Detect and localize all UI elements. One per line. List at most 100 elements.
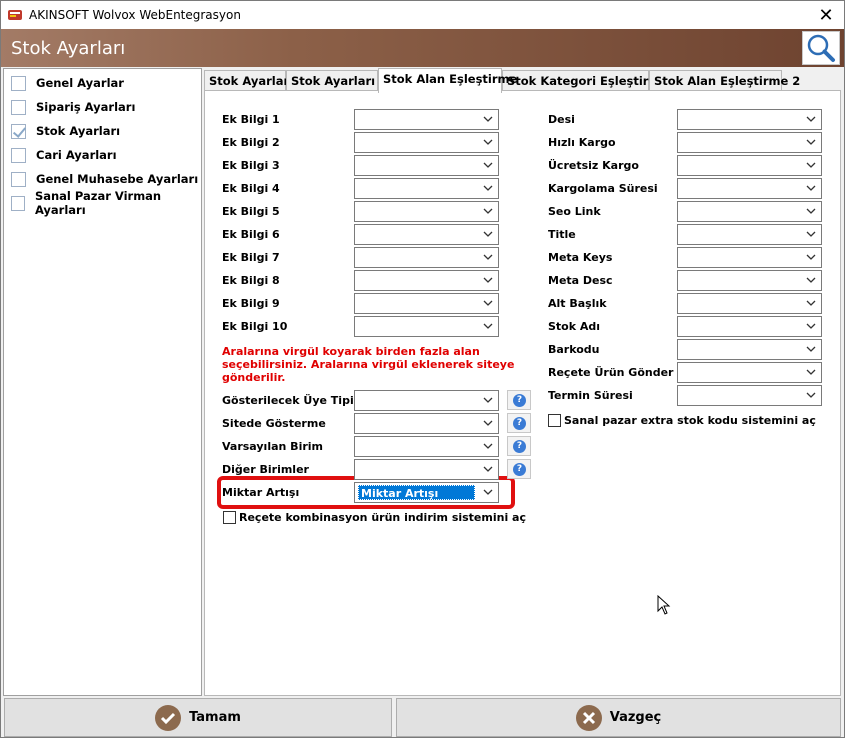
field-label: Ek Bilgi 7 — [222, 251, 280, 264]
field-dropdown[interactable] — [354, 390, 499, 411]
tab[interactable]: Stok Ayarları 2 — [286, 70, 387, 91]
tab[interactable]: Stok Kategori Eşleştirme — [502, 70, 668, 91]
dropdown-value — [358, 319, 362, 334]
field-dropdown[interactable]: Miktar Artışı — [354, 482, 499, 503]
sidebar-item[interactable]: Genel Muhasebe Ayarları — [11, 170, 198, 188]
field-dropdown[interactable] — [677, 362, 822, 383]
search-button[interactable] — [802, 31, 840, 65]
sidebar-item[interactable]: Genel Ayarlar — [11, 74, 124, 92]
chevron-down-icon — [806, 162, 816, 168]
cancel-button[interactable]: Vazgeç — [396, 698, 841, 737]
dropdown-value — [358, 135, 362, 150]
chevron-down-icon — [483, 300, 493, 306]
field-dropdown[interactable] — [677, 270, 822, 291]
field-dropdown[interactable] — [677, 155, 822, 176]
help-button[interactable]: ? — [507, 413, 531, 433]
chevron-down-icon — [806, 231, 816, 237]
field-dropdown[interactable] — [677, 385, 822, 406]
sidebar-checkbox[interactable] — [11, 195, 25, 211]
field-label: Kargolama Süresi — [548, 182, 658, 195]
field-dropdown[interactable] — [354, 178, 499, 199]
dropdown-value — [681, 158, 685, 173]
chevron-down-icon — [806, 346, 816, 352]
chevron-down-icon — [806, 185, 816, 191]
field-dropdown[interactable] — [677, 247, 822, 268]
help-button[interactable]: ? — [507, 390, 531, 410]
chevron-down-icon — [806, 392, 816, 398]
sidebar-checkbox[interactable] — [11, 75, 26, 91]
dropdown-value — [358, 250, 362, 265]
tab[interactable]: Stok Ayarları — [204, 70, 293, 91]
dropdown-value — [681, 342, 685, 357]
field-dropdown[interactable] — [677, 178, 822, 199]
page-title: Stok Ayarları — [11, 38, 126, 59]
chevron-down-icon — [483, 162, 493, 168]
field-dropdown[interactable] — [354, 436, 499, 457]
chevron-down-icon — [483, 254, 493, 260]
field-dropdown[interactable] — [354, 270, 499, 291]
field-dropdown[interactable] — [677, 224, 822, 245]
chevron-down-icon — [806, 369, 816, 375]
chevron-down-icon — [806, 300, 816, 306]
field-dropdown[interactable] — [354, 155, 499, 176]
x-circle-icon — [575, 704, 602, 731]
checkbox-label: Reçete kombinasyon ürün indirim sistemin… — [239, 511, 527, 524]
ok-button[interactable]: Tamam — [4, 698, 392, 737]
field-dropdown[interactable] — [677, 339, 822, 360]
field-dropdown[interactable] — [354, 201, 499, 222]
checkbox-box[interactable] — [223, 511, 236, 524]
dropdown-value — [358, 462, 362, 477]
field-dropdown[interactable] — [354, 316, 499, 337]
field-dropdown[interactable] — [354, 109, 499, 130]
field-dropdown[interactable] — [677, 109, 822, 130]
field-label: Ek Bilgi 3 — [222, 159, 280, 172]
sidebar-item[interactable]: Sipariş Ayarları — [11, 98, 135, 116]
sidebar-item-label: Cari Ayarları — [36, 148, 117, 162]
field-dropdown[interactable] — [677, 316, 822, 337]
field-label: Barkodu — [548, 343, 600, 356]
chevron-down-icon — [483, 277, 493, 283]
field-dropdown[interactable] — [677, 201, 822, 222]
chevron-down-icon — [483, 185, 493, 191]
field-label: Ek Bilgi 6 — [222, 228, 280, 241]
field-dropdown[interactable] — [354, 413, 499, 434]
dropdown-value — [681, 227, 685, 242]
help-button[interactable]: ? — [507, 459, 531, 479]
sidebar-item[interactable]: Sanal Pazar Virman Ayarları — [11, 189, 201, 217]
field-dropdown[interactable] — [354, 459, 499, 480]
chevron-down-icon — [806, 277, 816, 283]
dropdown-value — [358, 158, 362, 173]
sidebar-item[interactable]: Cari Ayarları — [11, 146, 117, 164]
field-dropdown[interactable] — [354, 247, 499, 268]
dropdown-value — [681, 250, 685, 265]
help-icon: ? — [513, 417, 526, 430]
field-dropdown[interactable] — [354, 293, 499, 314]
dropdown-value: Miktar Artışı — [358, 485, 475, 500]
dropdown-value — [681, 319, 685, 334]
dropdown-value — [358, 204, 362, 219]
field-label: Miktar Artışı — [222, 486, 300, 499]
checkbox-box[interactable] — [548, 414, 561, 427]
field-dropdown[interactable] — [354, 132, 499, 153]
field-dropdown[interactable] — [677, 293, 822, 314]
option-checkbox[interactable]: Reçete kombinasyon ürün indirim sistemin… — [223, 511, 526, 524]
field-label: Gösterilecek Üye Tipi — [222, 394, 354, 407]
sidebar-checkbox[interactable] — [11, 99, 26, 115]
field-dropdown[interactable] — [354, 224, 499, 245]
close-icon[interactable]: ✕ — [816, 5, 836, 25]
tab[interactable]: Stok Alan Eşleştirme — [378, 68, 517, 93]
check-circle-icon — [155, 704, 182, 731]
sidebar-item[interactable]: Stok Ayarları — [11, 122, 120, 140]
field-dropdown[interactable] — [677, 132, 822, 153]
chevron-down-icon — [806, 208, 816, 214]
sidebar-checkbox[interactable] — [11, 171, 26, 187]
sidebar-checkbox[interactable] — [11, 147, 26, 163]
field-label: Termin Süresi — [548, 389, 633, 402]
ok-button-label: Tamam — [189, 710, 241, 725]
sidebar-checkbox[interactable] — [11, 123, 26, 139]
help-button[interactable]: ? — [507, 436, 531, 456]
cancel-button-label: Vazgeç — [609, 710, 662, 725]
tab[interactable]: Stok Alan Eşleştirme 2 — [649, 70, 800, 91]
option-checkbox[interactable]: Sanal pazar extra stok kodu sistemini aç — [548, 414, 816, 427]
dropdown-value — [358, 112, 362, 127]
